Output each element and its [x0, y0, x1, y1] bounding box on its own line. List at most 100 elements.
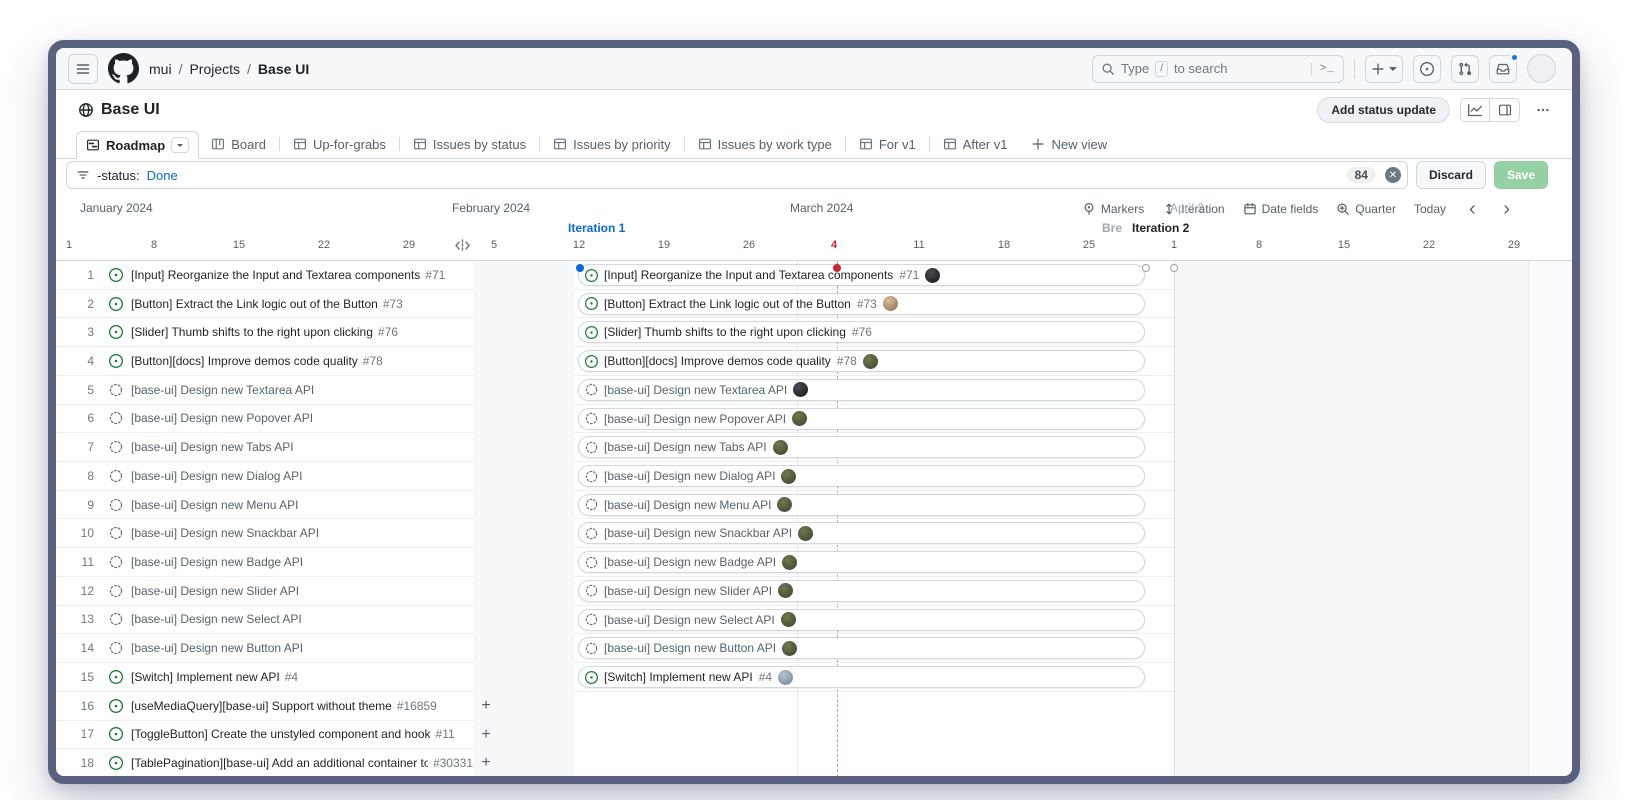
clear-filter-button[interactable]: ✕	[1385, 167, 1401, 183]
table-row[interactable]: 10[base-ui] Design new Snackbar API[base…	[56, 519, 1572, 548]
gantt-bar[interactable]: [base-ui] Design new Select API	[578, 609, 1145, 631]
tab-issues-by-work-type[interactable]: Issues by work type	[686, 130, 844, 158]
gantt-bar[interactable]: [base-ui] Design new Slider API	[578, 580, 1145, 602]
table-row[interactable]: 11[base-ui] Design new Badge API[base-ui…	[56, 548, 1572, 577]
gantt-bar[interactable]: [base-ui] Design new Popover API	[578, 408, 1145, 430]
caret-down-icon[interactable]	[171, 137, 189, 153]
table-row[interactable]: 12[base-ui] Design new Slider API[base-u…	[56, 577, 1572, 606]
gantt-bar[interactable]: [Switch] Implement new API#4	[578, 666, 1145, 688]
issue-title[interactable]: [base-ui] Design new Popover API	[131, 411, 313, 425]
date-fields-button[interactable]: Date fields	[1243, 202, 1319, 216]
table-row[interactable]: 17[ToggleButton] Create the unstyled com…	[56, 721, 1572, 750]
tab-issues-by-status[interactable]: Issues by status	[401, 130, 538, 158]
save-button[interactable]: Save	[1494, 161, 1548, 189]
tab-issues-by-priority[interactable]: Issues by priority	[541, 130, 683, 158]
today-button[interactable]: Today	[1414, 202, 1446, 216]
issue-title[interactable]: [base-ui] Design new Textarea API	[131, 383, 314, 397]
table-row[interactable]: 18[TablePagination][base-ui] Add an addi…	[56, 749, 1572, 776]
issue-title[interactable]: [base-ui] Design new Slider API	[131, 584, 299, 598]
gantt-bar[interactable]: [Button] Extract the Link logic out of t…	[578, 293, 1145, 315]
table-row[interactable]: 16[useMediaQuery][base-ui] Support witho…	[56, 692, 1572, 721]
issue-title[interactable]: [base-ui] Design new Snackbar API	[131, 526, 319, 540]
table-row[interactable]: 3[Slider] Thumb shifts to the right upon…	[56, 318, 1572, 347]
table-row[interactable]: 6[base-ui] Design new Popover API[base-u…	[56, 405, 1572, 434]
github-logo-icon[interactable]	[108, 53, 139, 84]
tab-new-view[interactable]: New view	[1019, 130, 1119, 158]
issue-title[interactable]: [base-ui] Design new Dialog API	[131, 469, 302, 483]
tab-roadmap[interactable]: Roadmap	[76, 131, 199, 159]
gantt-bar[interactable]: [base-ui] Design new Snackbar API	[578, 522, 1145, 544]
issue-title[interactable]: [Button] Extract the Link logic out of t…	[131, 297, 378, 311]
project-menu-button[interactable]	[1530, 98, 1556, 122]
timeline-prev-button[interactable]	[1464, 201, 1480, 217]
tab-up-for-grabs[interactable]: Up-for-grabs	[281, 130, 398, 158]
table-row[interactable]: 2[Button] Extract the Link logic out of …	[56, 290, 1572, 319]
side-panel-button[interactable]	[1490, 98, 1520, 122]
gantt-bar[interactable]: [Slider] Thumb shifts to the right upon …	[578, 321, 1145, 343]
slash-key-hint: /	[1155, 61, 1168, 77]
gantt-bar[interactable]: [base-ui] Design new Dialog API	[578, 465, 1145, 487]
table-row[interactable]: 8[base-ui] Design new Dialog API[base-ui…	[56, 462, 1572, 491]
breadcrumb-item-mui[interactable]: mui	[149, 61, 172, 77]
table-row[interactable]: 9 [base-ui] Design new Menu API [base-ui] …	[56, 491, 1572, 520]
table-row[interactable]: 1[Input] Reorganize the Input and Textar…	[56, 261, 1572, 290]
timeline-next-button[interactable]	[1498, 201, 1514, 217]
tab-for-v1[interactable]: For v1	[847, 130, 928, 158]
user-avatar[interactable]	[1527, 54, 1556, 83]
quarter-button[interactable]: Quarter	[1336, 202, 1396, 216]
issue-title[interactable]: [base-ui] Design new Button API	[131, 641, 303, 655]
issue-title[interactable]: [Button][docs] Improve demos code qualit…	[131, 354, 358, 368]
issue-title[interactable]: [ToggleButton] Create the unstyled compo…	[131, 727, 431, 741]
add-date-button[interactable]: +	[476, 725, 496, 745]
filter-input[interactable]: -status:Done 84 ✕	[66, 161, 1408, 189]
table-row[interactable]: 4[Button][docs] Improve demos code quali…	[56, 347, 1572, 376]
command-palette-icon[interactable]: >_	[1311, 63, 1337, 75]
table-row[interactable]: 14[base-ui] Design new Button API[base-u…	[56, 634, 1572, 663]
table-row[interactable]: 13[base-ui] Design new Select API[base-u…	[56, 606, 1572, 635]
inbox-button[interactable]	[1489, 55, 1517, 83]
gantt-bar[interactable]: [base-ui] Design new Button API	[578, 637, 1145, 659]
markers-button[interactable]: Markers	[1082, 202, 1144, 216]
roadmap-view-icon	[86, 138, 100, 152]
issue-title[interactable]: [useMediaQuery][base-ui] Support without…	[131, 699, 392, 713]
panel-resize-handle[interactable]	[454, 238, 471, 253]
draft-issue-icon	[109, 555, 123, 569]
breadcrumb-item-base-ui[interactable]: Base UI	[258, 61, 309, 77]
breadcrumb-item-projects[interactable]: Projects	[189, 61, 240, 77]
row-number: 9	[66, 498, 94, 512]
assignee-avatar	[778, 670, 793, 685]
gantt-bar[interactable]: [Button][docs] Improve demos code qualit…	[578, 350, 1145, 372]
github-projects-app: mui/Projects/Base UI Type / to search >_…	[56, 48, 1572, 776]
control-label: Today	[1414, 202, 1446, 216]
tab-after-v1[interactable]: After v1	[931, 130, 1020, 158]
gantt-bar[interactable]: [base-ui] Design new Badge API	[578, 551, 1145, 573]
gantt-bar[interactable]: [base-ui] Design new Menu API	[578, 494, 1145, 516]
table-row[interactable]: 7[base-ui] Design new Tabs API[base-ui] …	[56, 433, 1572, 462]
issue-title[interactable]: [base-ui] Design new Menu API	[131, 498, 298, 512]
issue-title[interactable]: [base-ui] Design new Select API	[131, 612, 302, 626]
discard-button[interactable]: Discard	[1416, 161, 1486, 189]
table-row[interactable]: 5[base-ui] Design new Textarea API[base-…	[56, 376, 1572, 405]
month-label: January 2024	[80, 201, 153, 215]
draft-issue-icon	[585, 642, 598, 655]
issue-title[interactable]: [Input] Reorganize the Input and Textare…	[131, 268, 420, 282]
issue-title[interactable]: [Slider] Thumb shifts to the right upon …	[131, 325, 373, 339]
pull-requests-button[interactable]	[1451, 55, 1479, 83]
issue-title[interactable]: [TablePagination][base-ui] Add an additi…	[131, 756, 428, 770]
create-new-button[interactable]	[1365, 55, 1403, 83]
gantt-bar[interactable]: [base-ui] Design new Textarea API	[578, 379, 1145, 401]
add-status-update-button[interactable]: Add status update	[1317, 97, 1450, 123]
add-date-button[interactable]: +	[476, 753, 496, 773]
issue-title[interactable]: [Switch] Implement new API	[131, 670, 280, 684]
hamburger-menu-button[interactable]	[68, 54, 98, 84]
insights-button[interactable]	[1460, 98, 1490, 122]
issue-title[interactable]: [base-ui] Design new Tabs API	[131, 440, 294, 454]
issues-button[interactable]	[1413, 55, 1441, 83]
search-input[interactable]: Type / to search >_	[1092, 55, 1344, 83]
add-date-button[interactable]: +	[476, 696, 496, 716]
tab-board[interactable]: Board	[199, 130, 278, 158]
table-row[interactable]: 15[Switch] Implement new API#4[Switch] I…	[56, 663, 1572, 692]
issue-title[interactable]: [base-ui] Design new Badge API	[131, 555, 303, 569]
gantt-bar[interactable]: [base-ui] Design new Tabs API	[578, 436, 1145, 458]
gantt-bar[interactable]: [Input] Reorganize the Input and Textare…	[578, 264, 1145, 286]
